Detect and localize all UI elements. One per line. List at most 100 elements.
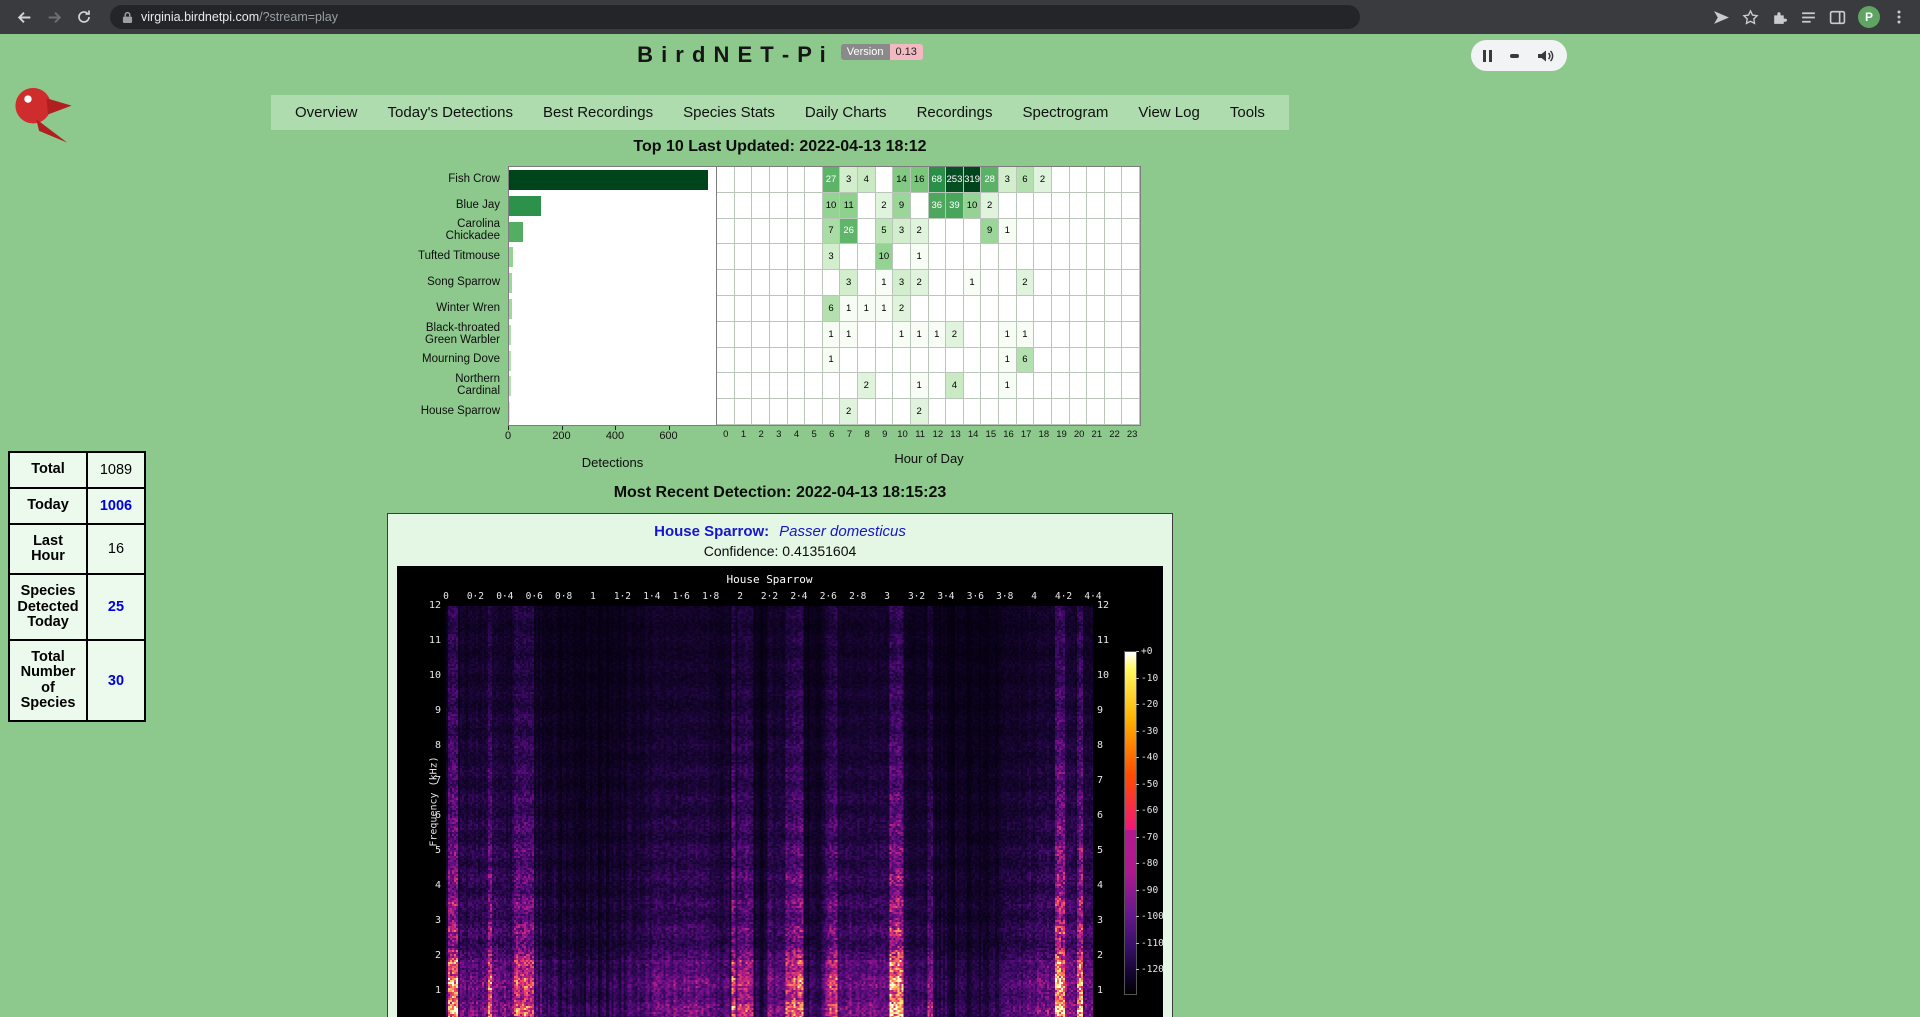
heat-cell <box>770 167 788 193</box>
nav-item-view-log[interactable]: View Log <box>1132 104 1205 121</box>
detection-species[interactable]: House Sparrow: <box>654 523 769 540</box>
nav-item-species-stats[interactable]: Species Stats <box>677 104 781 121</box>
send-icon[interactable] <box>1713 9 1730 26</box>
heat-cell: 2 <box>1034 167 1052 193</box>
heat-cell <box>893 348 911 374</box>
heat-cell <box>717 193 735 219</box>
heat-cell <box>1087 193 1105 219</box>
detections-axis-ticks: 0200400600 <box>508 426 717 444</box>
heat-cell <box>717 322 735 348</box>
pause-button[interactable] <box>1483 50 1492 62</box>
stat-value[interactable]: 1006 <box>87 488 145 524</box>
heat-cell <box>858 244 876 270</box>
heat-cell <box>735 193 753 219</box>
heat-cell <box>981 399 999 425</box>
address-bar[interactable]: virginia.birdnetpi.com/?stream=play <box>110 5 1360 29</box>
nav-item-spectrogram[interactable]: Spectrogram <box>1016 104 1114 121</box>
nav-menu: Overview Today's Detections Best Recording… <box>271 95 1289 130</box>
heat-cell <box>805 296 823 322</box>
player-options-icon[interactable] <box>1510 54 1519 58</box>
heat-cell: 4 <box>946 373 964 399</box>
menu-kebab-icon[interactable] <box>1892 9 1906 25</box>
nav-item-tools[interactable]: Tools <box>1224 104 1271 121</box>
nav-item-best-recordings[interactable]: Best Recordings <box>537 104 659 121</box>
heat-cell <box>805 399 823 425</box>
heat-cell <box>788 373 806 399</box>
heat-cell <box>752 296 770 322</box>
forward-button[interactable] <box>40 4 68 30</box>
heat-cell <box>770 373 788 399</box>
spectrogram-title: House Sparrow <box>446 573 1093 586</box>
species-label: Winter Wren <box>414 295 508 321</box>
side-panel-icon[interactable] <box>1829 9 1846 26</box>
time-tick-label: 2·6 <box>813 591 843 602</box>
heat-cell <box>805 193 823 219</box>
heat-cell <box>1034 270 1052 296</box>
heat-cell: 3 <box>893 219 911 245</box>
nav-item-recordings[interactable]: Recordings <box>911 104 999 121</box>
hour-tick-label: 15 <box>982 429 1000 440</box>
heat-cell <box>1070 244 1088 270</box>
hour-tick-label: 12 <box>929 429 947 440</box>
top10-heading: Top 10 Last Updated: 2022-04-13 18:12 <box>0 138 1560 156</box>
extensions-icon[interactable] <box>1771 9 1788 26</box>
nav-item-overview[interactable]: Overview <box>289 104 364 121</box>
browser-toolbar: virginia.birdnetpi.com/?stream=play P <box>0 0 1920 34</box>
bookmark-star-icon[interactable] <box>1742 9 1759 26</box>
heat-cell <box>929 244 947 270</box>
species-label: Tufted Titmouse <box>414 243 508 269</box>
reload-button[interactable] <box>70 4 98 30</box>
stats-row: Total Number of Species30 <box>9 640 145 721</box>
colorbar-label: -70 <box>1141 832 1158 843</box>
reading-list-icon[interactable] <box>1800 9 1817 26</box>
stat-value[interactable]: 25 <box>87 574 145 640</box>
detections-bar <box>509 247 513 267</box>
heat-cell <box>752 399 770 425</box>
heat-cell <box>1105 373 1123 399</box>
url-text: virginia.birdnetpi.com/?stream=play <box>141 10 338 24</box>
detections-bar <box>509 376 511 396</box>
heat-cell <box>876 322 894 348</box>
heat-cell <box>1087 167 1105 193</box>
nav-item-today-s-detections[interactable]: Today's Detections <box>382 104 519 121</box>
heat-cell <box>858 348 876 374</box>
heat-cell <box>1052 348 1070 374</box>
heat-cell <box>1034 193 1052 219</box>
time-tick-label: 2·4 <box>784 591 814 602</box>
axis-tick-label: 0 <box>493 430 523 442</box>
hour-tick-label: 6 <box>823 429 841 440</box>
audio-player[interactable] <box>1471 40 1567 71</box>
heat-cell <box>1070 296 1088 322</box>
back-button[interactable] <box>10 4 38 30</box>
heat-cell <box>911 348 929 374</box>
heat-cell <box>717 399 735 425</box>
heat-cell <box>1052 219 1070 245</box>
hour-tick-label: 22 <box>1106 429 1124 440</box>
freq-tick-label: 5 <box>415 845 441 856</box>
nav-item-daily-charts[interactable]: Daily Charts <box>799 104 893 121</box>
heat-cell <box>1052 193 1070 219</box>
hour-tick-label: 2 <box>752 429 770 440</box>
profile-avatar[interactable]: P <box>1858 6 1880 28</box>
heat-cell <box>1087 244 1105 270</box>
heat-cell: 2 <box>858 373 876 399</box>
volume-icon[interactable] <box>1537 48 1555 64</box>
birdnet-pi-logo <box>8 82 82 156</box>
colorbar-label: -40 <box>1141 752 1158 763</box>
freq-tick-label: 10 <box>1097 670 1123 681</box>
heat-cell <box>717 219 735 245</box>
species-label: Mourning Dove <box>414 347 508 373</box>
recent-detection-heading: Most Recent Detection: 2022-04-13 18:15:… <box>0 484 1560 502</box>
heat-cell <box>1122 348 1140 374</box>
time-tick-label: 4 <box>1019 591 1049 602</box>
time-tick-label: 0·6 <box>519 591 549 602</box>
stat-value[interactable]: 30 <box>87 640 145 721</box>
heat-cell <box>788 193 806 219</box>
heat-cell <box>1034 244 1052 270</box>
heat-cell <box>981 296 999 322</box>
axis-tick-label: 400 <box>600 430 630 442</box>
heat-cell <box>717 244 735 270</box>
heat-cell: 2 <box>840 399 858 425</box>
freq-tick-label: 11 <box>1097 635 1123 646</box>
hour-tick-label: 21 <box>1088 429 1106 440</box>
